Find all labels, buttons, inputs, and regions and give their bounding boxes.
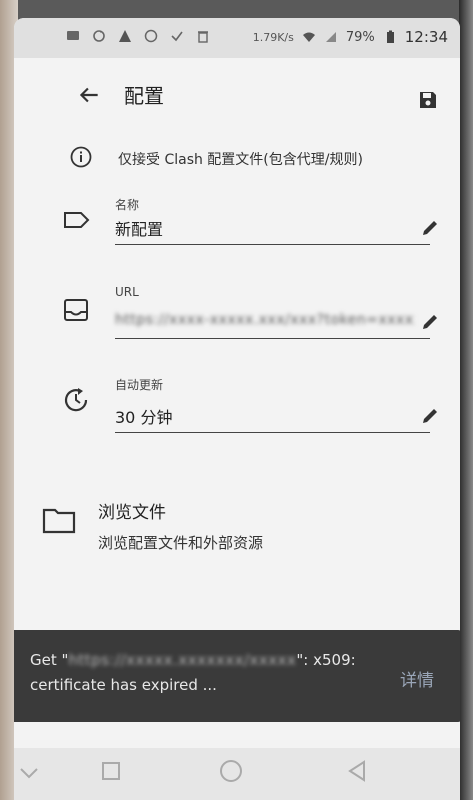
field-label: URL	[115, 285, 139, 299]
details-button[interactable]: 详情	[400, 666, 434, 691]
cellular-signal-icon	[325, 32, 336, 42]
browse-files-subtitle: 浏览配置文件和外部资源	[98, 534, 264, 552]
info-banner: 仅接受 Clash 配置文件(包含代理/规则)	[14, 140, 460, 190]
phone-screen: 1.79K/s 79% 12:34 配置 仅接受 Clash 配置文件(包含代理…	[14, 18, 460, 800]
field-underline	[115, 432, 430, 433]
photo-background-right	[459, 0, 473, 800]
recent-apps-icon[interactable]	[100, 760, 122, 782]
notification-icons	[66, 29, 210, 43]
app-bar: 配置	[14, 60, 460, 128]
status-right: 1.79K/s 79% 12:34	[253, 28, 448, 46]
floppy-disk-icon[interactable]	[418, 90, 438, 110]
pencil-icon[interactable]	[420, 312, 440, 332]
browse-files-item[interactable]: 浏览文件 浏览配置文件和外部资源	[14, 488, 460, 568]
clock: 12:34	[404, 28, 448, 46]
info-icon	[70, 146, 92, 168]
currency-icon	[144, 29, 158, 43]
message-icon	[67, 31, 79, 40]
url-value[interactable]: https://xxxx-xxxxx.xxx/xxx?token=xxxxxx	[115, 312, 415, 328]
pencil-icon[interactable]	[420, 218, 440, 238]
name-value[interactable]: 新配置	[115, 216, 163, 240]
auto-update-field[interactable]: 自动更新 30 分钟	[14, 374, 460, 446]
nav-chevron-down-icon[interactable]	[16, 760, 42, 786]
field-underline	[115, 244, 430, 245]
label-tag-icon	[64, 212, 90, 228]
inbox-icon	[64, 299, 88, 321]
folder-icon	[42, 508, 76, 534]
trash-icon	[198, 31, 208, 43]
auto-update-value[interactable]: 30 分钟	[115, 404, 172, 428]
home-icon[interactable]	[218, 758, 244, 784]
info-text: 仅接受 Clash 配置文件(包含代理/规则)	[118, 152, 363, 168]
battery-icon	[386, 30, 394, 43]
arrow-left-icon[interactable]	[76, 82, 102, 108]
field-underline	[115, 338, 430, 339]
field-label: 名称	[115, 198, 140, 212]
field-label: 自动更新	[115, 378, 164, 392]
back-triangle-icon[interactable]	[344, 758, 370, 784]
error-snackbar: Get "https://xxxxx.xxxxxxx/xxxxx": x509:…	[14, 630, 460, 722]
sync-icon	[93, 30, 105, 42]
wifi-icon	[302, 32, 315, 42]
page-title: 配置	[124, 84, 164, 108]
url-field[interactable]: URL https://xxxx-xxxxx.xxx/xxx?token=xxx…	[14, 282, 460, 354]
name-field[interactable]: 名称 新配置	[14, 196, 460, 266]
network-speed: 1.79K/s	[252, 30, 294, 44]
browse-files-title: 浏览文件	[98, 503, 166, 523]
snackbar-prefix: Get "	[30, 651, 69, 669]
status-bar: 1.79K/s 79% 12:34	[14, 18, 460, 58]
pencil-icon[interactable]	[420, 406, 440, 426]
update-clock-icon	[64, 388, 88, 412]
check-icon	[171, 31, 183, 42]
system-navigation-bar	[14, 748, 460, 800]
warning-icon	[119, 30, 131, 42]
snackbar-blurred-url: https://xxxxx.xxxxxxx/xxxxx	[68, 651, 297, 669]
snackbar-message: Get "https://xxxxx.xxxxxxx/xxxxx": x509:…	[30, 648, 370, 698]
battery-percent: 79%	[345, 29, 375, 45]
